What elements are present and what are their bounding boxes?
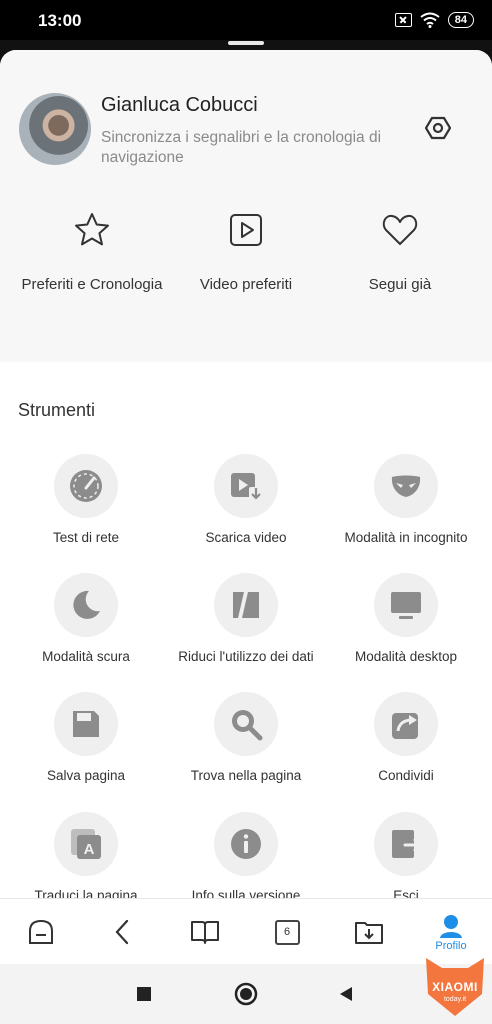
downloads-button[interactable] (328, 899, 410, 965)
tool-save-page[interactable]: Salva pagina (4, 692, 168, 784)
watermark-site: today.it (443, 996, 467, 1003)
following-button[interactable]: Segui già (320, 210, 480, 294)
status-icons: 84 (394, 12, 474, 28)
gear-icon (425, 116, 451, 140)
tool-label: Modalità scura (42, 649, 130, 664)
tool-download-video[interactable]: Scarica video (164, 454, 328, 546)
tool-label: Scarica video (205, 530, 287, 545)
tool-label: Modalità in incognito (344, 530, 468, 545)
share-icon (392, 713, 418, 739)
quick-action-label: Segui già (368, 276, 432, 293)
back-button[interactable] (82, 899, 164, 965)
find-icon (232, 710, 263, 741)
speedometer-icon (70, 470, 102, 502)
square-icon (137, 987, 151, 1001)
sync-subtitle[interactable]: Sincronizza i segnalibri e la cronologia… (101, 128, 401, 168)
favorites-history-button[interactable]: Preferiti e Cronologia (12, 210, 172, 294)
download-folder-icon (355, 922, 383, 944)
tool-label: Riduci l'utilizzo dei dati (178, 649, 314, 664)
translate-icon: A (71, 829, 101, 859)
triangle-back-icon (340, 987, 352, 1001)
tool-label: Traduci la pagina (34, 888, 138, 898)
tool-label: Info sulla versione (191, 888, 301, 898)
tool-version-info[interactable]: Info sulla versione (164, 812, 328, 898)
tool-label: Esci (393, 888, 419, 898)
avatar[interactable] (19, 93, 91, 165)
system-home-button[interactable] (234, 982, 258, 1006)
circle-icon (234, 982, 258, 1006)
tool-data-saver[interactable]: Riduci l'utilizzo dei dati (164, 573, 328, 665)
tool-desktop-mode[interactable]: Modalità desktop (324, 573, 488, 665)
tool-label: Condividi (378, 768, 434, 783)
data-saver-icon (233, 592, 259, 618)
sheet-drag-handle[interactable] (228, 41, 264, 45)
tabs-button[interactable]: 6 (246, 899, 328, 965)
tool-translate[interactable]: A Traduci la pagina (4, 812, 168, 898)
profile-sheet: Gianluca Cobucci Sincronizza i segnalibr… (0, 50, 492, 898)
user-name[interactable]: Gianluca Cobucci (101, 94, 258, 117)
tool-label: Salva pagina (46, 768, 126, 783)
mask-icon (391, 475, 421, 497)
no-sim-icon (394, 13, 412, 27)
tool-incognito[interactable]: Modalità in incognito (324, 454, 488, 546)
quick-action-label: Video preferiti (199, 276, 293, 293)
status-time: 13:00 (38, 11, 82, 30)
tool-find-in-page[interactable]: Trova nella pagina (164, 692, 328, 784)
tab-count: 6 (274, 919, 300, 945)
tools-section-title: Strumenti (18, 400, 96, 420)
tool-label: Modalità desktop (354, 649, 458, 664)
recents-button[interactable] (132, 982, 156, 1006)
home-button[interactable] (0, 899, 82, 965)
exit-icon (392, 830, 422, 858)
chevron-left-icon (115, 919, 129, 945)
heart-icon (382, 214, 418, 245)
svg-text:A: A (84, 841, 95, 858)
profile-tab-label: Profilo (435, 939, 467, 952)
tool-network-test[interactable]: Test di rete (4, 454, 168, 546)
star-icon (75, 213, 109, 246)
watermark-brand: XIAOMI (432, 980, 478, 994)
tool-share[interactable]: Condividi (324, 692, 488, 784)
system-back-button[interactable] (334, 982, 358, 1006)
status-bar: 13:00 84 (0, 0, 492, 40)
tool-label: Test di rete (52, 530, 120, 545)
wifi-icon (420, 12, 440, 28)
home-icon (29, 919, 53, 944)
reading-list-button[interactable] (164, 899, 246, 965)
quick-action-label: Preferiti e Cronologia (21, 276, 163, 293)
system-navigation (0, 964, 492, 1024)
tool-exit[interactable]: Esci (324, 812, 488, 898)
save-page-icon (73, 711, 99, 737)
settings-button[interactable] (424, 114, 452, 142)
monitor-icon (391, 592, 421, 619)
favorite-videos-button[interactable]: Video preferiti (166, 210, 326, 294)
profile-header: Gianluca Cobucci Sincronizza i segnalibr… (0, 50, 492, 362)
info-icon (231, 829, 261, 859)
bottom-navigation: 6 Profilo (0, 898, 492, 964)
tool-label: Trova nella pagina (190, 768, 302, 783)
download-video-icon (231, 473, 263, 501)
play-video-icon (230, 214, 262, 246)
book-icon (191, 921, 219, 944)
profile-icon (440, 914, 462, 938)
watermark-logo: XIAOMI today.it (420, 954, 490, 1020)
battery-indicator: 84 (447, 12, 474, 28)
moon-icon (73, 590, 100, 619)
tool-dark-mode[interactable]: Modalità scura (4, 573, 168, 665)
